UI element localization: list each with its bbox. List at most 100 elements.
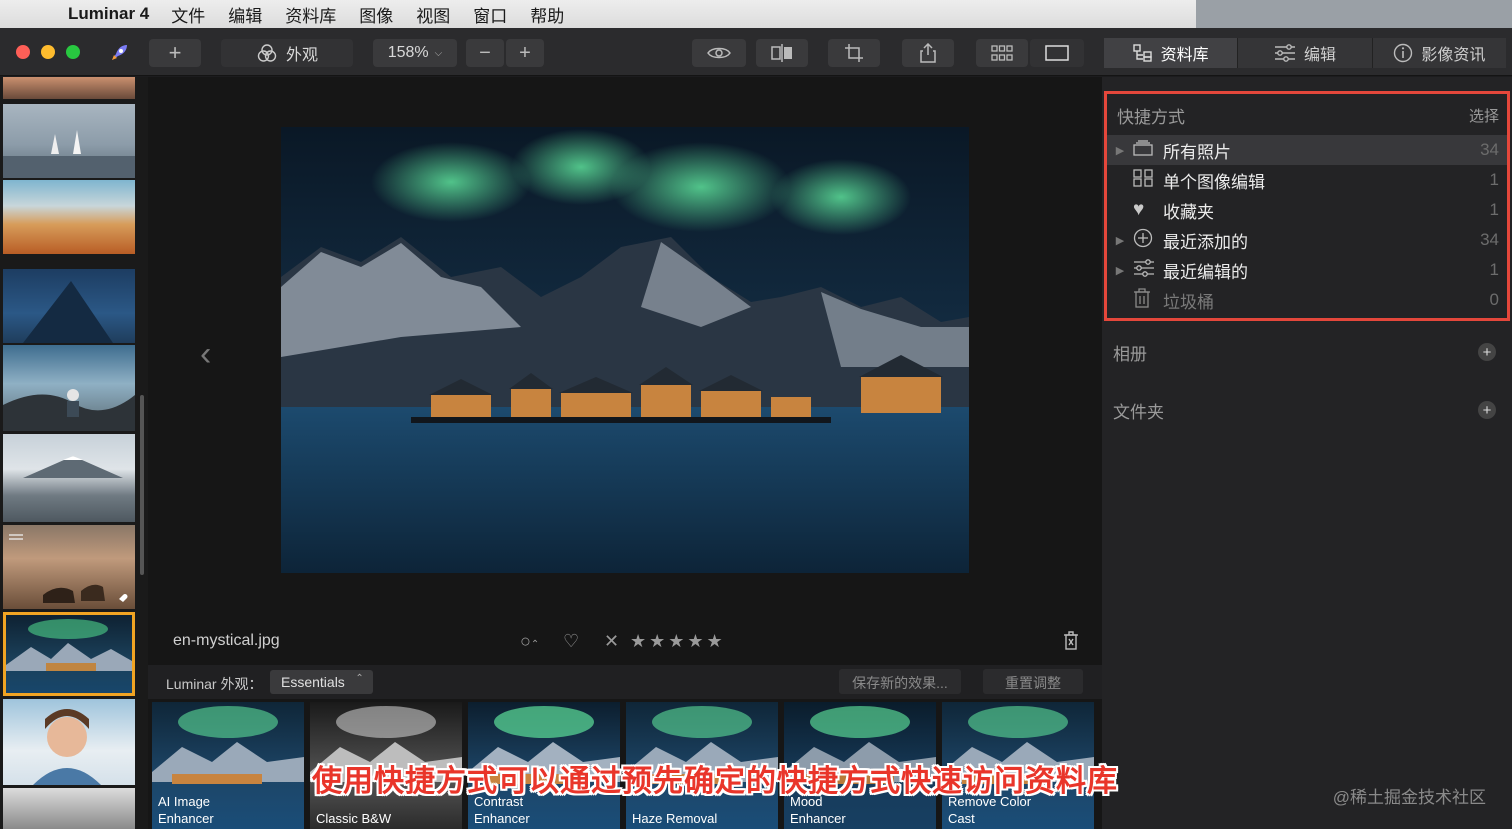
filmstrip-thumb[interactable]	[3, 104, 135, 178]
tab-edit[interactable]: 编辑	[1238, 38, 1373, 68]
menu-edit[interactable]: 编辑	[228, 2, 262, 27]
compare-button[interactable]	[756, 39, 808, 67]
folders-section-title: 文件夹	[1113, 403, 1164, 422]
plus-icon: +	[1482, 401, 1492, 419]
shortcut-single-edits[interactable]: 单个图像编辑 1	[1107, 165, 1507, 195]
aurora-thumbnail	[6, 619, 132, 671]
menu-image[interactable]: 图像	[359, 2, 393, 27]
filmstrip-thumb[interactable]	[3, 699, 135, 785]
library-panel: 快捷方式 选择 ▶ 所有照片 34 单个图像编辑 1 ♥ 收藏夹 1 ▶ 最近添…	[1102, 77, 1512, 829]
shortcut-count: 34	[1480, 230, 1499, 249]
app-menu[interactable]: Luminar 4	[68, 4, 149, 24]
looks-button[interactable]: 外观	[221, 39, 353, 67]
shortcuts-section: 快捷方式 选择 ▶ 所有照片 34 单个图像编辑 1 ♥ 收藏夹 1 ▶ 最近添…	[1104, 91, 1510, 321]
menu-file[interactable]: 文件	[171, 2, 205, 27]
preview-button[interactable]	[692, 39, 746, 67]
look-label-line2: Haze Removal	[632, 811, 718, 826]
info-icon	[1394, 43, 1413, 63]
expand-triangle-icon[interactable]: ▶	[1107, 264, 1133, 277]
delete-trash-icon[interactable]	[1063, 631, 1079, 655]
crop-button[interactable]	[828, 39, 880, 67]
zoom-label: 158%	[387, 44, 429, 61]
zoom-out-button[interactable]: −	[466, 39, 504, 67]
main-photo	[281, 127, 969, 573]
share-icon	[920, 43, 936, 63]
rocket-icon[interactable]	[104, 39, 134, 67]
menu-view[interactable]: 视图	[416, 2, 450, 27]
heart-icon: ♥	[1133, 199, 1145, 220]
filmstrip-thumb[interactable]	[3, 434, 135, 522]
toolbar: + 外观 158% ⌵ − + 资料库 编辑 影像资讯	[0, 28, 1512, 76]
eye-icon	[707, 47, 731, 59]
color-label-dropdown[interactable]: ○⌃	[520, 631, 539, 652]
shortcuts-select-button[interactable]: 选择	[1469, 105, 1499, 126]
shortcut-favorites[interactable]: ♥ 收藏夹 1	[1107, 195, 1507, 225]
filmstrip-thumb[interactable]	[3, 345, 135, 431]
module-tabs: 资料库 编辑 影像资讯	[1104, 38, 1506, 68]
save-new-look-button[interactable]: 保存新的效果...	[839, 669, 961, 694]
tab-info[interactable]: 影像资讯	[1372, 38, 1506, 68]
shortcut-count: 0	[1489, 290, 1499, 309]
shortcut-count: 1	[1489, 200, 1499, 219]
shortcut-recently-edited[interactable]: ▶ 最近编辑的 1	[1107, 255, 1507, 285]
add-photos-button[interactable]: +	[149, 39, 201, 67]
zoom-window-button[interactable]	[66, 45, 80, 59]
expand-triangle-icon[interactable]: ▶	[1107, 144, 1133, 157]
look-label-line1: AI Image	[158, 794, 211, 809]
grid-icon	[991, 45, 1013, 61]
image-filename: en-mystical.jpg	[173, 632, 280, 649]
looks-collection-dropdown[interactable]: Essentials ⌃	[270, 670, 373, 694]
filmstrip-thumb[interactable]	[3, 788, 135, 829]
look-label-line2: Classic B&W	[316, 811, 392, 826]
shortcut-label: 单个图像编辑	[1163, 172, 1265, 192]
shortcut-count: 1	[1489, 260, 1499, 279]
looks-icon	[257, 44, 277, 62]
mountain-thumbnail	[23, 281, 113, 343]
shortcut-trash[interactable]: 垃圾桶 0	[1107, 285, 1507, 315]
shortcut-recently-added[interactable]: ▶ 最近添加的 34	[1107, 225, 1507, 255]
menu-help[interactable]: 帮助	[530, 2, 564, 27]
menu-window[interactable]: 窗口	[473, 2, 507, 27]
add-folder-button[interactable]: +	[1478, 401, 1496, 419]
share-button[interactable]	[902, 39, 954, 67]
looks-label: 外观	[285, 47, 318, 64]
filmstrip-thumb[interactable]	[3, 180, 135, 254]
reset-adjustments-button[interactable]: 重置调整	[983, 669, 1083, 694]
look-label-line2: Cast	[948, 811, 975, 826]
plus-icon: +	[519, 41, 531, 64]
watermark: @稀土掘金技术社区	[1332, 788, 1486, 807]
filmstrip-scrollbar[interactable]	[140, 395, 144, 575]
tab-edit-label: 编辑	[1303, 47, 1336, 64]
filmstrip-thumb[interactable]	[3, 525, 135, 609]
chevron-down-icon: ⌵	[434, 47, 443, 59]
minimize-window-button[interactable]	[41, 45, 55, 59]
expand-triangle-icon[interactable]: ▶	[1107, 234, 1133, 247]
plus-circle-icon	[1133, 228, 1163, 253]
previous-image-icon[interactable]: ‹	[200, 335, 211, 374]
tutorial-caption: 使用快捷方式可以通过预先确定的快捷方式快速访问资料库	[312, 765, 1118, 798]
menu-bar-extras	[1196, 0, 1512, 28]
plus-icon: +	[1482, 343, 1492, 361]
look-tile[interactable]: AI Image Enhancer	[152, 702, 304, 829]
gallery-view-button[interactable]	[976, 39, 1028, 67]
photos-stack-icon	[1133, 139, 1163, 161]
filmstrip-thumb[interactable]	[3, 77, 135, 99]
favorite-heart-icon[interactable]: ♡	[563, 631, 579, 652]
menu-library[interactable]: 资料库	[285, 2, 336, 27]
plus-icon: +	[168, 40, 182, 65]
shortcut-all-photos[interactable]: ▶ 所有照片 34	[1107, 135, 1507, 165]
zoom-dropdown[interactable]: 158% ⌵	[373, 39, 457, 67]
close-window-button[interactable]	[16, 45, 30, 59]
filmstrip-thumb[interactable]	[3, 269, 135, 343]
shortcut-label: 垃圾桶	[1163, 292, 1214, 312]
star-rating[interactable]: ★★★★★	[630, 631, 726, 652]
add-album-button[interactable]: +	[1478, 343, 1496, 361]
filmstrip-thumb-selected[interactable]	[3, 612, 135, 696]
reject-x-icon[interactable]: ✕	[604, 631, 619, 652]
zoom-in-button[interactable]: +	[506, 39, 544, 67]
tab-library[interactable]: 资料库	[1104, 38, 1239, 68]
horses-thumbnail	[9, 534, 128, 603]
shortcut-label: 最近添加的	[1163, 232, 1248, 252]
single-view-button[interactable]	[1030, 39, 1084, 67]
looks-prefix-label: Luminar 外观：	[166, 676, 263, 692]
